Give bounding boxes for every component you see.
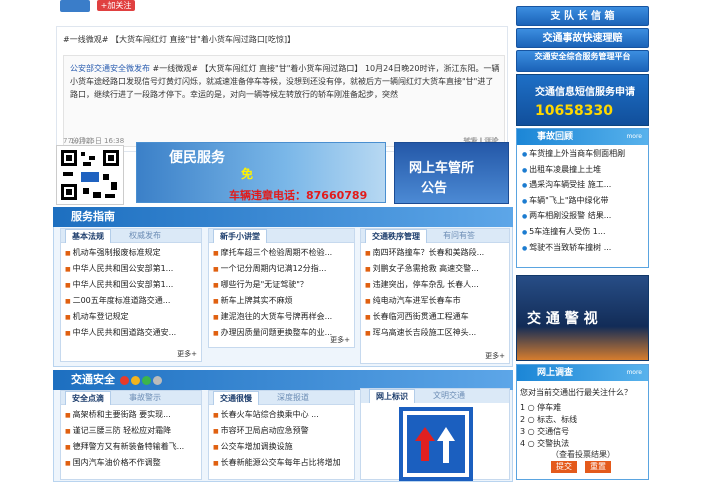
list-item[interactable]: 摩托车超三个检验周期不检验... [213,245,350,261]
reset-button[interactable]: 重置 [585,461,611,473]
traffic-video-banner[interactable]: 交 通 警 视 [516,275,649,361]
list-item[interactable]: 中华人民共和国公安部第1... [65,261,197,277]
list-item[interactable]: 纯电动汽车进军长春车市 [365,293,505,309]
weibo-logo [60,0,90,12]
online-vehicle-office-banner[interactable]: 网上车管所 公告 [394,142,509,204]
list-item[interactable]: 出租车凌晨撞上土堆 [522,163,643,179]
sms-number: 10658330 [535,103,613,119]
list-item[interactable]: 德拜警方又有新装备特输着飞... [65,439,197,455]
sms-service-banner[interactable]: 交通信息短信服务申请 10658330 [516,74,649,126]
tab-traffic-news[interactable]: 交通很慢 [213,391,259,405]
list-item[interactable]: 驾驶不当致轿车撞树 ... [522,241,643,257]
more-link[interactable]: 更多+ [485,351,505,361]
list-item[interactable]: 国内汽车油价格不作调整 [65,455,197,471]
list-item[interactable]: 二00五年度标准道路交通... [65,293,197,309]
survey-question: 您对当前交通出行最关注什么？ [520,388,632,397]
list-item[interactable]: 长春新能源公交车每年占比将增加 [213,455,350,471]
safety-col-tips: 安全点滴 事故警示 高架桥和主要街路 要实现... 谨记三腰三防 轻松应对霜降 … [60,390,202,480]
more-link[interactable]: more [626,365,642,381]
tab-road-signs[interactable]: 网上标识 [369,389,415,403]
guide-col-order: 交通秩序管理 有问有答 南四环路撞车？长春和美路段... 刘鹏女子急需抢救 高速… [360,228,510,364]
weibo-headline[interactable]: #一线微观# 【大货车闯红灯 直接"甘"着小货车闯过路口[吃惊]】 [63,34,295,45]
survey-option[interactable]: 1 ○ 停车难 [520,402,561,413]
convenience-service-banner[interactable]: 便民服务 免 车辆违章电话：87660789 [136,142,386,203]
list-item[interactable]: 遇采沟车辆受挂 施工... [522,178,643,194]
more-link[interactable]: 更多+ [330,335,350,345]
banner2-subtitle: 公告 [421,181,448,196]
accident-review-title: 事故回顾 more [517,129,648,145]
banner-free-label: 免 [241,167,254,181]
safety-platform-button[interactable]: 交通安全综合服务管理平台 [516,50,649,72]
tab-safety-tips[interactable]: 安全点滴 [65,391,111,405]
tab-in-depth[interactable]: 深度报道 [271,391,315,405]
list-item[interactable]: 高架桥和主要街路 要实现... [65,407,197,423]
captain-mailbox-button[interactable]: 支 队 长 信 箱 [516,6,649,26]
survey-option[interactable]: 3 ○ 交通信号 [520,426,569,437]
banner2-title: 网上车管所 [409,161,475,176]
tab-qa[interactable]: 有问有答 [437,229,481,243]
tab-basic-regulations[interactable]: 基本法规 [65,229,111,243]
tab-accident-warning[interactable]: 事故警示 [123,391,167,405]
weibo-post-card: 公安部交通安全微发布 #一线微观# 【大货车闯红灯 直接"甘"着小货车闯过路口】… [63,55,505,147]
more-link[interactable]: more [626,129,642,145]
service-guide-title: 服务指南 [53,207,513,227]
safety-col-news: 交通很慢 深度报道 长春火车站综合换乘中心 ... 市容环卫局启动应急预警 公交… [208,390,355,480]
list-item[interactable]: 车货撞上外当商车侧面相剐 [522,147,643,163]
list-item[interactable]: 机动车强制报废标准规定 [65,245,197,261]
list-item[interactable]: 哪些行为是"无证驾驶"？ [213,277,350,293]
accident-review-panel: 事故回顾 more 车货撞上外当商车侧面相剐 出租车凌晨撞上土堆 遇采沟车辆受挂… [516,128,649,268]
survey-option[interactable]: 4 ○ 交警执法 [520,438,569,449]
list-item[interactable]: 一个记分周期内记满12分指... [213,261,350,277]
list-item[interactable]: 违建突出，停车杂乱 长春人... [365,277,505,293]
banner-title: 便民服务 [169,150,225,166]
sms-title: 交通信息短信服务申请 [535,87,635,98]
list-item[interactable]: 刘鹏女子急需抢救 高速交警... [365,261,505,277]
list-item[interactable]: 南四环路撞车？长春和美路段... [365,245,505,261]
online-survey-panel: 网上调查 more 您对当前交通出行最关注什么？ 1 ○ 停车难 2 ○ 标志、… [516,364,649,480]
list-item[interactable]: 新车上牌其实不麻烦 [213,293,350,309]
list-item[interactable]: 中华人民共和国道路交通安... [65,325,197,341]
safety-col-signs: 网上标识 文明交通 [360,388,510,481]
guide-col-regulations: 基本法规 权威发布 机动车强制报废标准规定 中华人民共和国公安部第1... 中华… [60,228,202,362]
banner-phone: 车辆违章电话：87660789 [229,189,368,202]
tab-authority-release[interactable]: 权威发布 [123,229,167,243]
more-link[interactable]: 更多+ [177,349,197,359]
list-item[interactable]: 公交车增加调换设施 [213,439,350,455]
vote-button[interactable]: 提交 [551,461,577,473]
accident-claim-button[interactable]: 交通事故快速理赔 [516,28,649,48]
tab-civilized-traffic[interactable]: 文明交通 [433,389,465,403]
tab-traffic-order[interactable]: 交通秩序管理 [365,229,427,243]
road-sign-image[interactable] [399,407,473,481]
list-item[interactable]: 5车连撞有人受伤 1... [522,225,643,241]
list-item[interactable]: 建泥泡往的大货车号牌再样会... [213,309,350,325]
survey-option[interactable]: 2 ○ 标志、标线 [520,414,577,425]
list-item[interactable]: 珲乌高速长吉段施工区神头... [365,325,505,341]
list-item[interactable]: 长春临河西街贯通工程通车 [365,309,505,325]
qr-code [56,145,124,205]
weibo-feed: #一线微观# 【大货车闯红灯 直接"甘"着小货车闯过路口[吃惊]】 公安部交通安… [56,26,508,152]
list-item[interactable]: 市容环卫局启动应急预警 [213,423,350,439]
video-title: 交 通 警 视 [527,311,598,327]
list-item[interactable]: 车辆"飞上"路中绿化带 [522,194,643,210]
list-item[interactable]: 中华人民共和国公安部第1... [65,277,197,293]
weibo-post-text: 公安部交通安全微发布 #一线微观# 【大货车闯红灯 直接"甘"着小货车闯过路口】… [70,62,500,101]
follow-button[interactable]: +加关注 [97,0,135,11]
tab-novice-class[interactable]: 新手小讲堂 [213,229,267,243]
traffic-light-icon [120,376,164,388]
list-item[interactable]: 长春火车站综合换乘中心 ... [213,407,350,423]
view-results-link[interactable]: （查看投票结果） [551,449,615,460]
list-item[interactable]: 谨记三腰三防 轻松应对霜降 [65,423,197,439]
weibo-author[interactable]: 公安部交通安全微发布 [70,64,150,73]
list-item[interactable]: 机动车登记规定 [65,309,197,325]
guide-col-novice: 新手小讲堂 摩托车超三个检验周期不检验... 一个记分周期内记满12分指... … [208,228,355,348]
list-item[interactable]: 两车相剐没报警 结果... [522,209,643,225]
survey-title: 网上调查 more [517,365,648,381]
